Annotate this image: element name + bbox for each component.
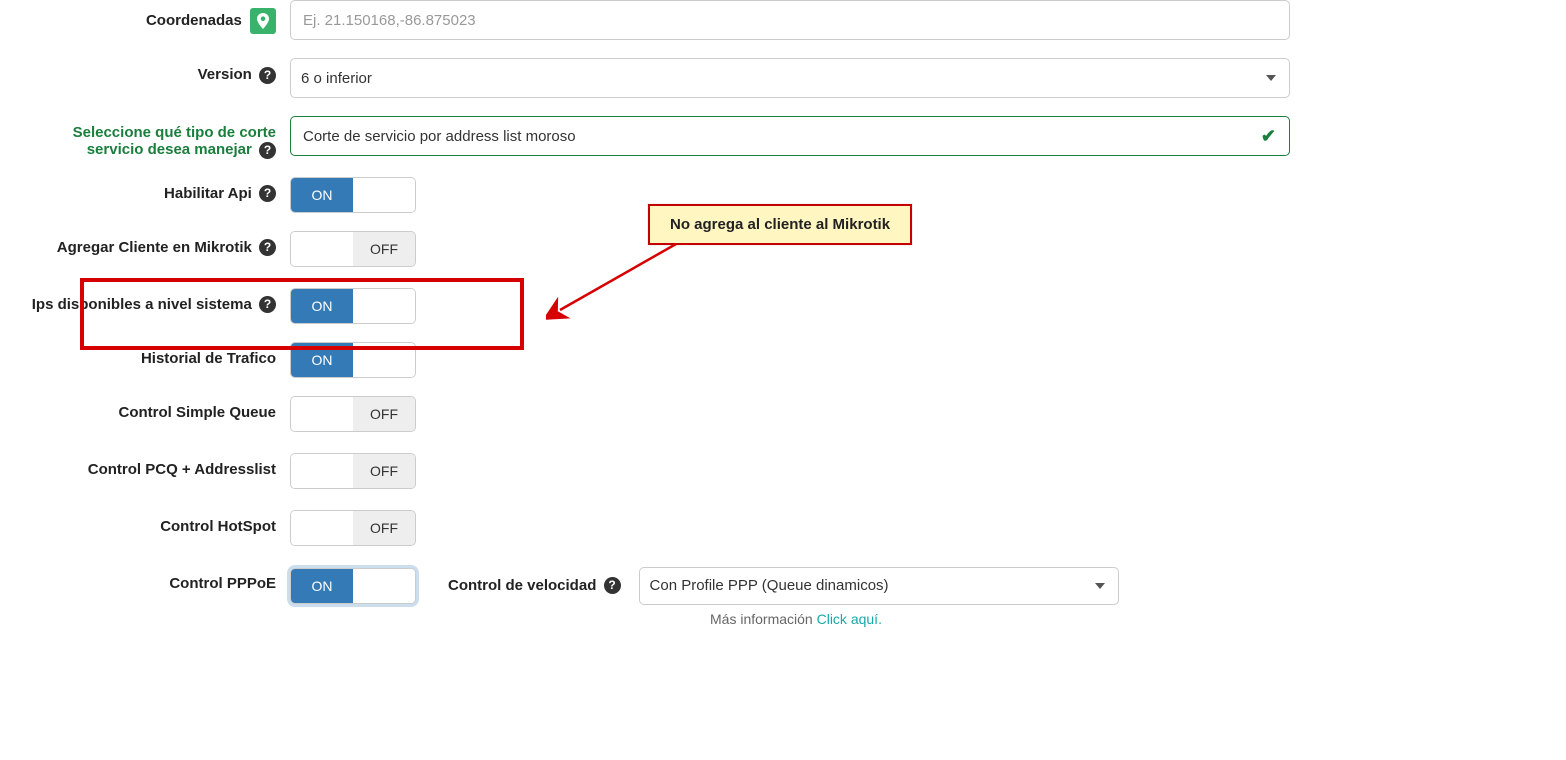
toggle-on-label: ON bbox=[291, 569, 353, 603]
control-velocidad-select[interactable]: Con Profile PPP (Queue dinamicos) bbox=[639, 567, 1119, 605]
version-select[interactable]: 6 o inferior bbox=[290, 58, 1290, 98]
help-icon[interactable]: ? bbox=[259, 296, 276, 313]
historial-label: Historial de Trafico bbox=[30, 342, 290, 367]
agregar-cliente-label-text: Agregar Cliente en Mikrotik bbox=[57, 239, 252, 256]
annotation-callout-text: No agrega al cliente al Mikrotik bbox=[670, 216, 890, 233]
ips-disponibles-label: Ips disponibles a nivel sistema ? bbox=[30, 288, 290, 314]
help-icon[interactable]: ? bbox=[259, 239, 276, 256]
toggle-off-blank bbox=[353, 178, 415, 212]
toggle-on-label: ON bbox=[291, 178, 353, 212]
agregar-cliente-label: Agregar Cliente en Mikrotik ? bbox=[30, 231, 290, 257]
control-simple-queue-label: Control Simple Queue bbox=[30, 396, 290, 421]
coordenadas-input[interactable] bbox=[290, 0, 1290, 40]
map-pin-icon[interactable] bbox=[250, 8, 276, 34]
historial-label-text: Historial de Trafico bbox=[141, 350, 276, 367]
toggle-on-blank bbox=[291, 397, 353, 431]
toggle-off-label: OFF bbox=[353, 232, 415, 266]
helper-link[interactable]: Click aquí. bbox=[817, 611, 882, 627]
control-simple-queue-toggle[interactable]: OFF bbox=[290, 396, 416, 432]
toggle-off-label: OFF bbox=[353, 511, 415, 545]
toggle-off-blank bbox=[353, 569, 415, 603]
control-hotspot-label: Control HotSpot bbox=[30, 510, 290, 535]
control-pppoe-label: Control PPPoE bbox=[30, 567, 290, 592]
tipo-corte-label: Seleccione qué tipo de corte servicio de… bbox=[30, 116, 290, 159]
control-hotspot-label-text: Control HotSpot bbox=[160, 518, 276, 535]
habilitar-api-label-text: Habilitar Api bbox=[164, 185, 252, 202]
toggle-off-label: OFF bbox=[353, 454, 415, 488]
toggle-on-blank bbox=[291, 511, 353, 545]
help-icon[interactable]: ? bbox=[604, 577, 621, 594]
control-pppoe-toggle[interactable]: ON bbox=[290, 568, 416, 604]
agregar-cliente-toggle[interactable]: OFF bbox=[290, 231, 416, 267]
toggle-on-label: ON bbox=[291, 289, 353, 323]
control-velocidad-label: Control de velocidad ? bbox=[434, 577, 621, 595]
coordenadas-label: Coordenadas bbox=[30, 0, 290, 34]
tipo-corte-select[interactable]: Corte de servicio por address list moros… bbox=[290, 116, 1290, 156]
control-hotspot-toggle[interactable]: OFF bbox=[290, 510, 416, 546]
toggle-on-blank bbox=[291, 232, 353, 266]
control-pcq-toggle[interactable]: OFF bbox=[290, 453, 416, 489]
toggle-on-blank bbox=[291, 454, 353, 488]
ips-disponibles-label-text: Ips disponibles a nivel sistema bbox=[32, 296, 252, 313]
help-icon[interactable]: ? bbox=[259, 142, 276, 159]
control-pcq-label: Control PCQ + Addresslist bbox=[30, 453, 290, 478]
control-pppoe-label-text: Control PPPoE bbox=[169, 575, 276, 592]
version-label-text: Version bbox=[198, 66, 252, 83]
version-label: Version ? bbox=[30, 58, 290, 84]
habilitar-api-label: Habilitar Api ? bbox=[30, 177, 290, 203]
helper-prefix: Más información bbox=[710, 611, 817, 627]
help-icon[interactable]: ? bbox=[259, 185, 276, 202]
control-pcq-label-text: Control PCQ + Addresslist bbox=[88, 461, 276, 478]
toggle-off-blank bbox=[353, 289, 415, 323]
check-icon: ✔ bbox=[1261, 126, 1276, 147]
coordenadas-label-text: Coordenadas bbox=[146, 12, 242, 29]
tipo-corte-label-text: Seleccione qué tipo de corte servicio de… bbox=[73, 124, 276, 158]
control-velocidad-label-text: Control de velocidad bbox=[448, 577, 596, 594]
toggle-on-label: ON bbox=[291, 343, 353, 377]
helper-text: Más información Click aquí. bbox=[710, 611, 1536, 627]
historial-toggle[interactable]: ON bbox=[290, 342, 416, 378]
toggle-off-label: OFF bbox=[353, 397, 415, 431]
control-simple-queue-label-text: Control Simple Queue bbox=[118, 404, 276, 421]
ips-disponibles-toggle[interactable]: ON bbox=[290, 288, 416, 324]
toggle-off-blank bbox=[353, 343, 415, 377]
habilitar-api-toggle[interactable]: ON bbox=[290, 177, 416, 213]
annotation-callout: No agrega al cliente al Mikrotik bbox=[648, 204, 912, 245]
help-icon[interactable]: ? bbox=[259, 67, 276, 84]
